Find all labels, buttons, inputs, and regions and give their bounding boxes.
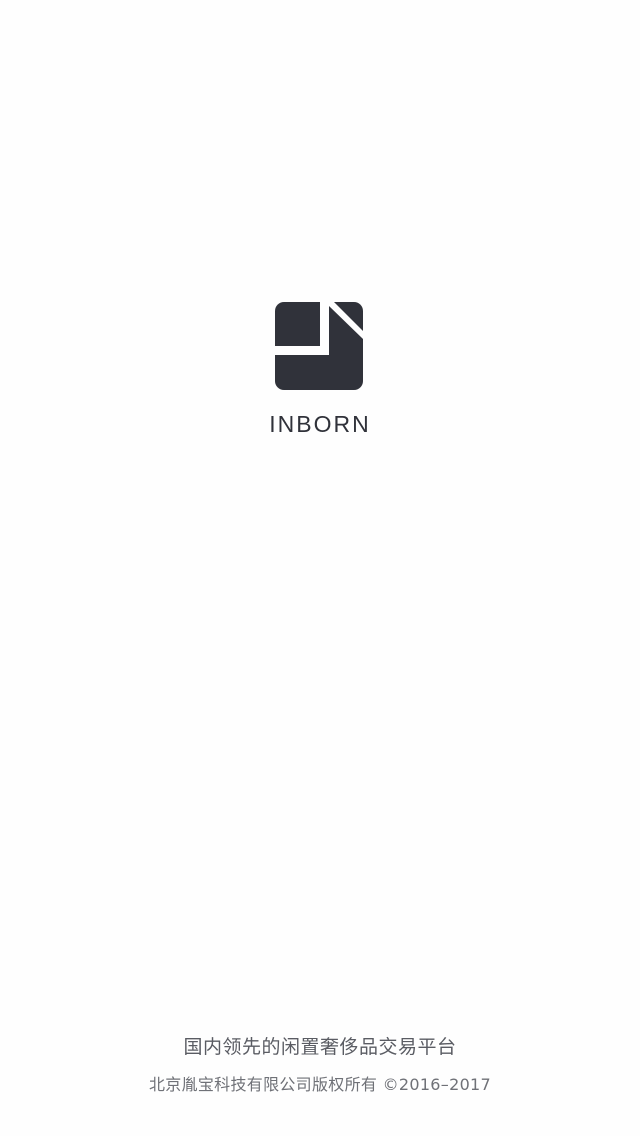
copyright-text: 北京胤宝科技有限公司版权所有 ©2016–2017 <box>148 1075 492 1094</box>
inborn-logo-icon <box>275 302 363 390</box>
brand-name: INBORN <box>269 411 371 437</box>
splash-screen: INBORN 国内领先的闲置奢侈品交易平台 北京胤宝科技有限公司版权所有 ©20… <box>0 0 640 1136</box>
slogan-text: 国内领先的闲置奢侈品交易平台 <box>183 1036 457 1058</box>
